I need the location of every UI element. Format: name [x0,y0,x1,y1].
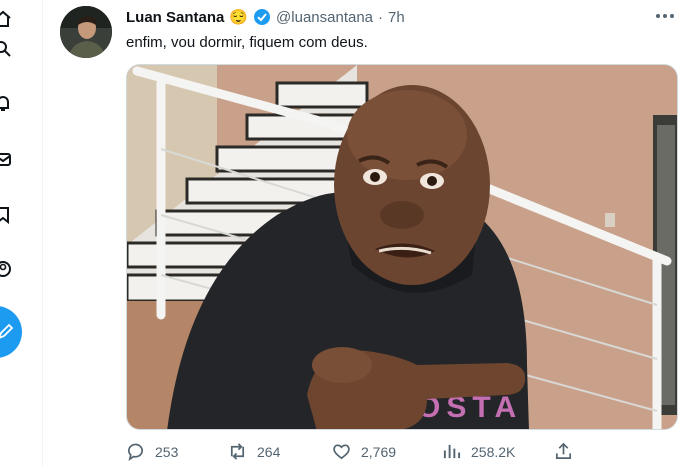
repost-count: 264 [257,443,281,460]
like-icon [333,444,350,460]
name-emoji: 😌 [229,9,249,26]
like-button[interactable]: 2,769 [332,442,396,461]
views-count: 258.2K [471,443,516,460]
tweet-text: enfim, vou dormir, fiquem com deus. [126,34,368,51]
handle[interactable]: @luansantana [276,9,373,26]
repost-icon [230,443,245,460]
tweet[interactable]: Luan Santana 😌 @luansantana · 7h enfim, … [56,0,700,466]
views-button[interactable]: 258.2K [442,442,515,461]
notifications-icon[interactable] [0,94,12,112]
reply-count: 253 [155,443,179,460]
reply-icon [127,443,143,461]
more-options-icon [656,14,674,18]
avatar[interactable] [60,6,112,58]
repost-button[interactable]: 264 [228,442,280,461]
tweet-actions: 253 264 2,769 258.2K [126,442,678,466]
separator-dot: · [378,8,384,26]
left-nav-rail [0,0,36,466]
reply-button[interactable]: 253 [126,442,178,461]
column-divider [42,0,43,466]
tweet-media-image[interactable]: OSTA [126,64,678,430]
verified-badge-icon[interactable] [253,8,271,26]
share-button[interactable] [554,442,573,461]
post-compose-button[interactable] [0,306,22,358]
share-icon [555,442,572,460]
messages-icon[interactable] [0,150,12,168]
home-icon[interactable] [0,10,12,28]
timestamp[interactable]: 7h [388,9,405,26]
views-icon [443,444,461,459]
display-name[interactable]: Luan Santana [126,9,224,26]
post-compose-icon [0,323,14,339]
search-icon[interactable] [0,40,12,58]
profile-icon[interactable] [0,260,12,278]
tweet-header: Luan Santana 😌 @luansantana · 7h [126,8,405,27]
like-count: 2,769 [361,443,397,460]
more-options-button[interactable] [652,6,678,26]
bookmark-icon[interactable] [0,206,12,225]
